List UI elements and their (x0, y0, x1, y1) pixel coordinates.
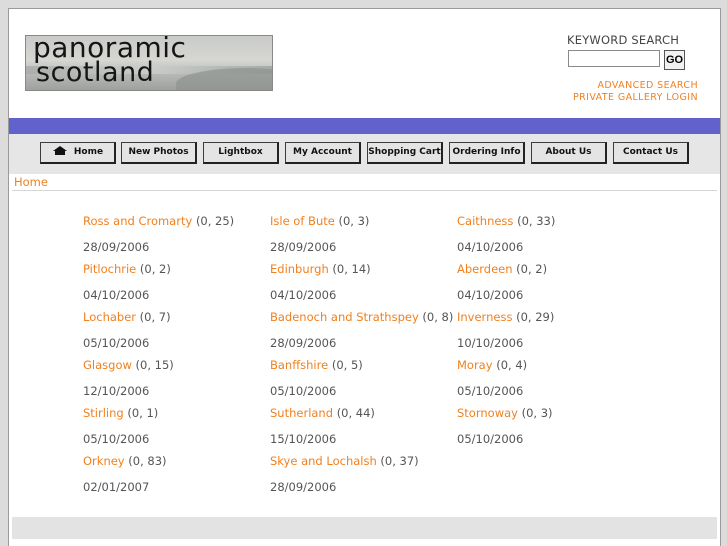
gallery-item: Caithness (0, 33) (457, 214, 555, 228)
gallery-item: Ross and Cromarty (0, 25) (83, 214, 234, 228)
logo-text-line2: scotland (36, 57, 155, 88)
gallery-date: 05/10/2006 (83, 336, 150, 350)
gallery-link[interactable]: Edinburgh (270, 262, 329, 276)
breadcrumb: Home (12, 174, 717, 191)
gallery-item: Isle of Bute (0, 3) (270, 214, 369, 228)
nav-shopping-cart-button[interactable]: Shopping Cart (367, 142, 443, 164)
keyword-search-input[interactable] (568, 50, 660, 67)
gallery-item: Glasgow (0, 15) (83, 358, 174, 372)
gallery-link[interactable]: Caithness (457, 214, 513, 228)
nav-new-photos-button[interactable]: New Photos (121, 142, 197, 164)
gallery-link[interactable]: Banffshire (270, 358, 328, 372)
gallery-count: (0, 33) (517, 214, 556, 228)
gallery-count: (0, 2) (516, 262, 548, 276)
gallery-date: 15/10/2006 (270, 432, 337, 446)
gallery-link[interactable]: Glasgow (83, 358, 132, 372)
gallery-item: Moray (0, 4) (457, 358, 527, 372)
gallery-item: Banffshire (0, 5) (270, 358, 363, 372)
nav-contact-us-button[interactable]: Contact Us (613, 142, 689, 164)
gallery-link[interactable]: Skye and Lochalsh (270, 454, 377, 468)
gallery-count: (0, 83) (128, 454, 167, 468)
gallery-date: 28/09/2006 (270, 480, 337, 494)
header-accent-bar (9, 118, 720, 134)
gallery-date: 04/10/2006 (457, 240, 524, 254)
advanced-search-link[interactable]: ADVANCED SEARCH (597, 80, 698, 91)
nav-about-us-button[interactable]: About Us (531, 142, 607, 164)
gallery-link[interactable]: Sutherland (270, 406, 333, 420)
gallery-count: (0, 37) (380, 454, 419, 468)
gallery-count: (0, 29) (516, 310, 555, 324)
gallery-date: 04/10/2006 (83, 288, 150, 302)
gallery-link[interactable]: Stornoway (457, 406, 518, 420)
gallery-date: 12/10/2006 (83, 384, 150, 398)
nav-lightbox-button[interactable]: Lightbox (203, 142, 279, 164)
gallery-link[interactable]: Isle of Bute (270, 214, 335, 228)
gallery-count: (0, 3) (521, 406, 553, 420)
gallery-count: (0, 7) (139, 310, 171, 324)
gallery-date: 28/09/2006 (270, 336, 337, 350)
gallery-date: 10/10/2006 (457, 336, 524, 350)
gallery-item: Aberdeen (0, 2) (457, 262, 547, 276)
gallery-count: (0, 3) (338, 214, 370, 228)
gallery-date: 05/10/2006 (270, 384, 337, 398)
gallery-item: Pitlochrie (0, 2) (83, 262, 171, 276)
gallery-count: (0, 8) (422, 310, 454, 324)
page-frame: panoramic scotland KEYWORD SEARCH GO ADV… (8, 8, 721, 546)
gallery-count: (0, 44) (336, 406, 375, 420)
gallery-link[interactable]: Lochaber (83, 310, 136, 324)
footer-bar (12, 517, 717, 539)
main-navigation: Home New Photos Lightbox My Account Shop… (9, 134, 720, 174)
home-icon (52, 146, 68, 155)
gallery-item: Lochaber (0, 7) (83, 310, 171, 324)
gallery-item: Stirling (0, 1) (83, 406, 158, 420)
gallery-item: Orkney (0, 83) (83, 454, 167, 468)
gallery-date: 05/10/2006 (457, 384, 524, 398)
gallery-count: (0, 2) (139, 262, 171, 276)
gallery-link[interactable]: Ross and Cromarty (83, 214, 192, 228)
gallery-item: Stornoway (0, 3) (457, 406, 553, 420)
gallery-link[interactable]: Pitlochrie (83, 262, 136, 276)
nav-ordering-info-button[interactable]: Ordering Info (449, 142, 525, 164)
gallery-count: (0, 5) (331, 358, 363, 372)
go-button[interactable]: GO (664, 50, 685, 70)
gallery-link[interactable]: Orkney (83, 454, 125, 468)
gallery-item: Sutherland (0, 44) (270, 406, 375, 420)
gallery-count: (0, 4) (496, 358, 528, 372)
gallery-count: (0, 14) (332, 262, 371, 276)
gallery-item: Badenoch and Strathspey (0, 8) (270, 310, 453, 324)
gallery-date: 28/09/2006 (83, 240, 150, 254)
gallery-date: 05/10/2006 (457, 432, 524, 446)
gallery-link[interactable]: Stirling (83, 406, 124, 420)
gallery-date: 04/10/2006 (270, 288, 337, 302)
gallery-item: Edinburgh (0, 14) (270, 262, 371, 276)
gallery-count: (0, 1) (127, 406, 159, 420)
nav-my-account-button[interactable]: My Account (285, 142, 361, 164)
site-logo[interactable]: panoramic scotland (25, 35, 273, 91)
gallery-date: 02/01/2007 (83, 480, 150, 494)
gallery-count: (0, 15) (135, 358, 174, 372)
gallery-date: 28/09/2006 (270, 240, 337, 254)
gallery-link[interactable]: Moray (457, 358, 493, 372)
gallery-count: (0, 25) (195, 214, 235, 228)
gallery-item: Skye and Lochalsh (0, 37) (270, 454, 419, 468)
gallery-link[interactable]: Inverness (457, 310, 512, 324)
private-gallery-login-link[interactable]: PRIVATE GALLERY LOGIN (573, 92, 698, 103)
breadcrumb-home-link[interactable]: Home (14, 175, 48, 189)
gallery-link[interactable]: Aberdeen (457, 262, 513, 276)
gallery-date: 05/10/2006 (83, 432, 150, 446)
gallery-date: 04/10/2006 (457, 288, 524, 302)
gallery-item: Inverness (0, 29) (457, 310, 554, 324)
keyword-search-label: KEYWORD SEARCH (567, 33, 680, 47)
nav-home-button[interactable]: Home (40, 142, 116, 164)
gallery-link[interactable]: Badenoch and Strathspey (270, 310, 419, 324)
nav-home-label: Home (73, 147, 104, 157)
